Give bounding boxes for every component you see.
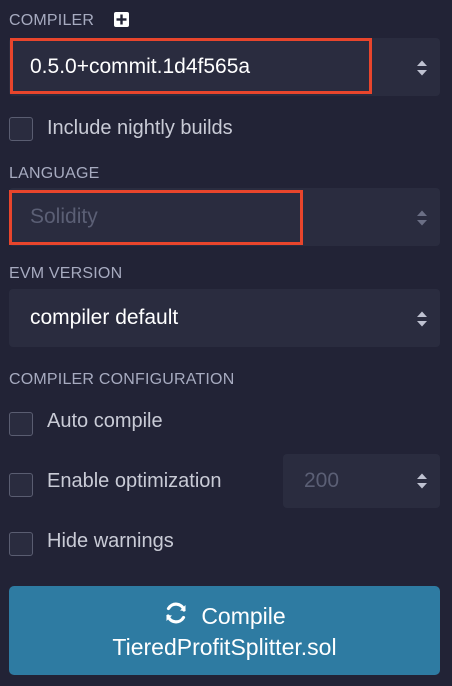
evm-version-select[interactable]: compiler default [9, 289, 440, 347]
select-arrows-icon [414, 309, 430, 329]
nightly-builds-label: Include nightly builds [47, 117, 233, 139]
evm-version-value: compiler default [30, 306, 179, 329]
config-section-label: COMPILER CONFIGURATION [9, 371, 235, 388]
optimization-label: Enable optimization [47, 470, 222, 492]
plus-square-icon[interactable] [114, 12, 129, 27]
compile-button[interactable]: Compile TieredProfitSplitter.sol [9, 586, 440, 675]
select-arrows-icon [414, 58, 430, 78]
hide-warnings-checkbox[interactable] [9, 532, 33, 556]
compiler-version-value: 0.5.0+commit.1d4f565a [30, 55, 251, 78]
hide-warnings-label: Hide warnings [47, 530, 174, 552]
optimization-checkbox[interactable] [9, 473, 33, 497]
compiler-version-select[interactable]: 0.5.0+commit.1d4f565a [9, 38, 440, 96]
auto-compile-label: Auto compile [47, 410, 163, 432]
compile-button-filename: TieredProfitSplitter.sol [112, 634, 337, 660]
compile-button-label: Compile [201, 602, 286, 629]
language-value: Solidity [30, 205, 98, 228]
stepper-arrows-icon [414, 471, 430, 491]
nightly-builds-checkbox[interactable] [9, 117, 33, 141]
auto-compile-checkbox[interactable] [9, 412, 33, 436]
runs-value: 200 [304, 469, 340, 492]
optimization-runs-input: 200 [283, 454, 440, 508]
evm-section-label: EVM VERSION [9, 265, 123, 282]
language-section-label: LANGUAGE [9, 165, 100, 182]
sync-icon [163, 600, 189, 632]
select-arrows-icon [414, 208, 430, 228]
language-select: Solidity [9, 188, 440, 246]
compiler-section-label: COMPILER [9, 12, 95, 29]
